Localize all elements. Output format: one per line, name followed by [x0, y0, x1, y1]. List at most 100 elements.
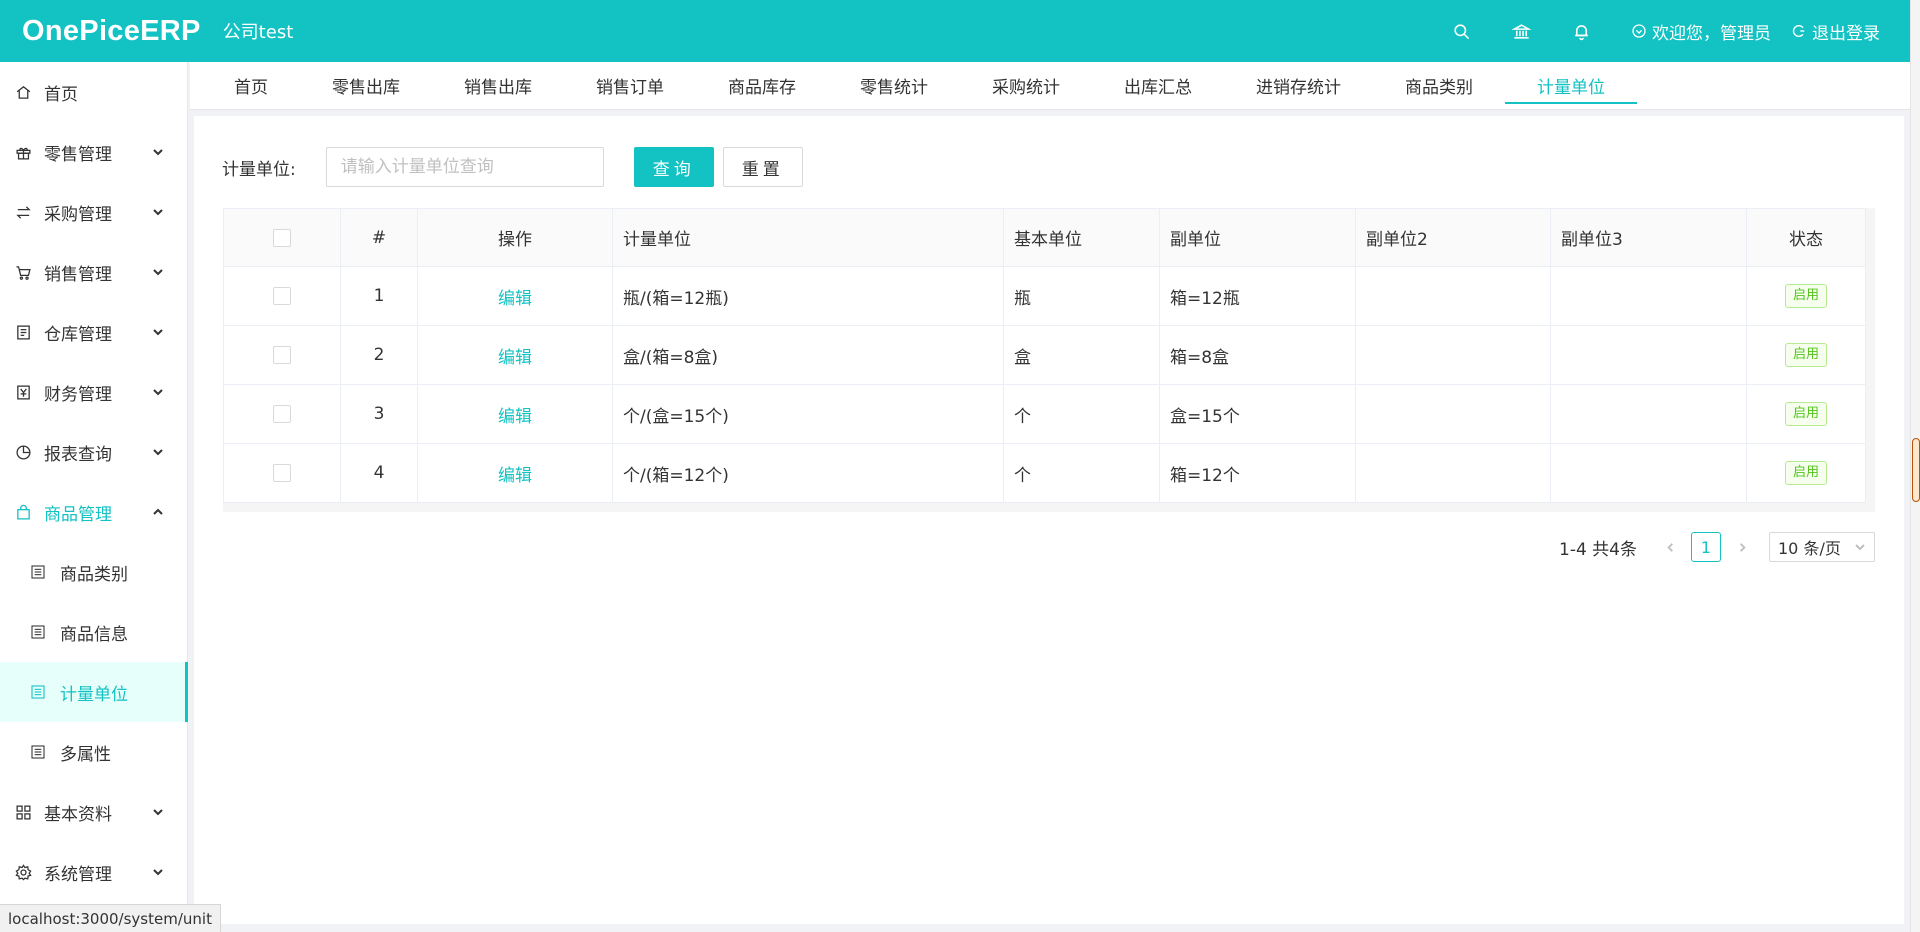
table-row: 1 编辑 瓶/(箱=12瓶) 瓶 箱=12瓶 启用: [223, 266, 1866, 326]
chevron-left-icon: [1666, 542, 1673, 552]
column-header: #: [340, 208, 418, 267]
page-number-current[interactable]: 1: [1691, 532, 1721, 562]
table-row: 4 编辑 个/(箱=12个) 个 箱=12个 启用: [223, 443, 1866, 503]
chevron-down-icon: [153, 389, 163, 396]
search-icon[interactable]: [1450, 20, 1472, 42]
tab-inventory-stats[interactable]: 进销存统计: [1224, 62, 1373, 110]
search-input[interactable]: [325, 147, 604, 187]
column-header: 操作: [417, 208, 613, 267]
table-container: # 操作 计量单位 基本单位 副单位 副单位2 副单位3 状态 1 编辑 瓶/(…: [223, 208, 1875, 512]
logout-button[interactable]: 退出登录: [1791, 19, 1880, 44]
unit-cell: 盒/(箱=8盒): [612, 325, 1004, 385]
tab-outbound-summary[interactable]: 出库汇总: [1092, 62, 1224, 110]
select-all-cell: [223, 208, 341, 267]
column-header: 状态: [1746, 208, 1866, 267]
sidebar-item-label: 财务管理: [44, 384, 112, 405]
page-size-select[interactable]: 10 条/页: [1769, 532, 1875, 562]
chevron-down-icon: [153, 809, 163, 816]
sub-unit2-cell: [1355, 266, 1551, 326]
sub-unit3-cell: [1550, 325, 1747, 385]
finance-icon: [17, 384, 30, 400]
tab-product-category[interactable]: 商品类别: [1373, 62, 1505, 110]
page-tabs: 首页 零售出库 销售出库 销售订单 商品库存 零售统计 采购统计 出库汇总 进销…: [190, 62, 1910, 110]
next-page-button[interactable]: [1733, 538, 1751, 556]
bell-icon[interactable]: [1570, 20, 1592, 42]
chevron-right-icon: [1739, 542, 1746, 552]
row-checkbox[interactable]: [273, 405, 291, 423]
edit-link[interactable]: 编辑: [498, 407, 532, 427]
tab-product-stock[interactable]: 商品库存: [696, 62, 828, 110]
sidebar-item-system[interactable]: 系统管理: [0, 842, 187, 902]
status-cell: 启用: [1746, 384, 1866, 444]
user-welcome[interactable]: 欢迎您，管理员: [1631, 19, 1771, 44]
table-row: 3 编辑 个/(盒=15个) 个 盒=15个 启用: [223, 384, 1866, 444]
search-label: 计量单位:: [222, 159, 296, 180]
tab-sales-order[interactable]: 销售订单: [564, 62, 696, 110]
action-cell: 编辑: [417, 443, 613, 503]
action-cell: 编辑: [417, 384, 613, 444]
warehouse-icon: [17, 324, 30, 340]
sidebar-item-purchase[interactable]: 采购管理: [0, 182, 187, 242]
page-scrollbar[interactable]: [1910, 0, 1920, 932]
select-all-checkbox[interactable]: [273, 228, 291, 247]
sidebar-item-basic-data[interactable]: 基本资料: [0, 782, 187, 842]
sidebar-item-label: 系统管理: [44, 864, 112, 885]
prev-page-button[interactable]: [1661, 538, 1679, 556]
sidebar-item-home[interactable]: 首页: [0, 62, 187, 122]
edit-link[interactable]: 编辑: [498, 348, 532, 368]
sub-unit-cell: 盒=15个: [1159, 384, 1356, 444]
sidebar-subitem-unit[interactable]: 计量单位: [0, 662, 188, 722]
sidebar-subitem-product-info[interactable]: 商品信息: [0, 602, 187, 662]
sidebar-item-warehouse[interactable]: 仓库管理: [0, 302, 187, 362]
reset-button[interactable]: 重置: [722, 147, 803, 187]
bank-icon[interactable]: [1510, 20, 1532, 42]
status-cell: 启用: [1746, 325, 1866, 385]
sidebar-item-finance[interactable]: 财务管理: [0, 362, 187, 422]
top-header: OnePiceERP 公司test 欢迎您，管理员 退出登录: [0, 0, 1910, 62]
tab-sales-out[interactable]: 销售出库: [432, 62, 564, 110]
tab-purchase-stats[interactable]: 采购统计: [960, 62, 1092, 110]
chevron-down-icon: [153, 449, 163, 456]
tab-home[interactable]: 首页: [202, 62, 300, 110]
swap-icon: [16, 205, 31, 219]
pagination: 1-4 共4条 1 10 条/页: [1559, 532, 1875, 562]
sidebar-item-sales[interactable]: 销售管理: [0, 242, 187, 302]
row-checkbox[interactable]: [273, 346, 291, 364]
sidebar-subitem-label: 商品类别: [60, 564, 128, 585]
sidebar-item-retail[interactable]: 零售管理: [0, 122, 187, 182]
company-name: 公司test: [222, 22, 294, 43]
status-badge: 启用: [1784, 461, 1827, 485]
edit-link[interactable]: 编辑: [498, 289, 532, 309]
row-checkbox[interactable]: [273, 464, 291, 482]
cart-icon: [16, 265, 31, 280]
status-badge: 启用: [1784, 343, 1827, 367]
status-cell: 启用: [1746, 266, 1866, 326]
tab-unit[interactable]: 计量单位: [1505, 62, 1637, 110]
sidebar-subitem-product-category[interactable]: 商品类别: [0, 542, 187, 602]
page-size-value: 10 条/页: [1778, 539, 1841, 558]
sidebar-item-reports[interactable]: 报表查询: [0, 422, 187, 482]
unit-table: # 操作 计量单位 基本单位 副单位 副单位2 副单位3 状态 1 编辑 瓶/(…: [223, 208, 1866, 503]
base-unit-cell: 个: [1003, 443, 1160, 503]
sidebar-item-label: 仓库管理: [44, 324, 112, 345]
sidebar-subitem-label: 商品信息: [60, 624, 128, 645]
sub-unit3-cell: [1550, 384, 1747, 444]
app-logo[interactable]: OnePiceERP: [22, 15, 201, 48]
query-button[interactable]: 查询: [633, 147, 714, 187]
sub-unit2-cell: [1355, 325, 1551, 385]
row-number: 3: [340, 384, 418, 444]
sidebar-subitem-attributes[interactable]: 多属性: [0, 722, 187, 782]
sidebar-item-label: 零售管理: [44, 144, 112, 165]
sidebar-item-label: 销售管理: [44, 264, 112, 285]
tab-retail-out[interactable]: 零售出库: [300, 62, 432, 110]
row-checkbox[interactable]: [273, 287, 291, 305]
action-cell: 编辑: [417, 266, 613, 326]
sidebar-item-products[interactable]: 商品管理: [0, 482, 187, 542]
select-cell: [223, 325, 341, 385]
gift-icon: [16, 147, 31, 160]
edit-link[interactable]: 编辑: [498, 466, 532, 486]
sidebar-item-label: 首页: [44, 84, 78, 105]
scrollbar-thumb[interactable]: [1912, 438, 1920, 502]
status-cell: 启用: [1746, 443, 1866, 503]
tab-retail-stats[interactable]: 零售统计: [828, 62, 960, 110]
